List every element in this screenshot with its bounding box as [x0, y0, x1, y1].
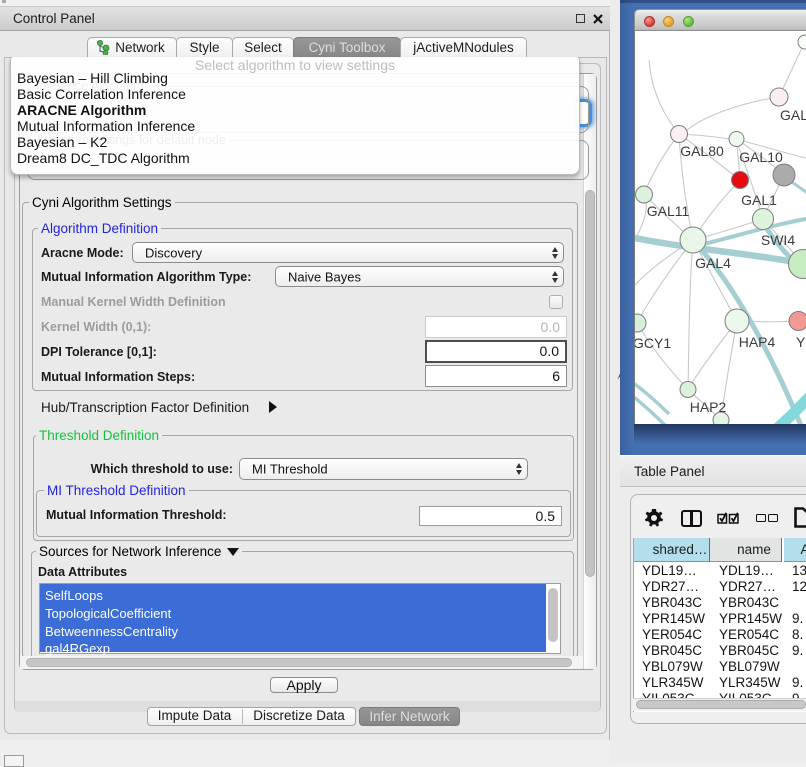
svg-text:Y: Y — [796, 334, 806, 350]
svg-text:GCY1: GCY1 — [635, 335, 671, 351]
svg-text:HAP2: HAP2 — [690, 399, 727, 415]
svg-text:SWI4: SWI4 — [761, 232, 795, 248]
svg-text:GAL11: GAL11 — [647, 203, 690, 219]
svg-text:HAP4: HAP4 — [739, 334, 776, 350]
svg-text:GAL10: GAL10 — [739, 149, 783, 165]
svg-text:GAL80: GAL80 — [680, 143, 724, 159]
svg-text:GAL4: GAL4 — [695, 255, 731, 271]
svg-text:GAL1: GAL1 — [741, 192, 777, 208]
svg-text:GAL7: GAL7 — [780, 107, 806, 123]
